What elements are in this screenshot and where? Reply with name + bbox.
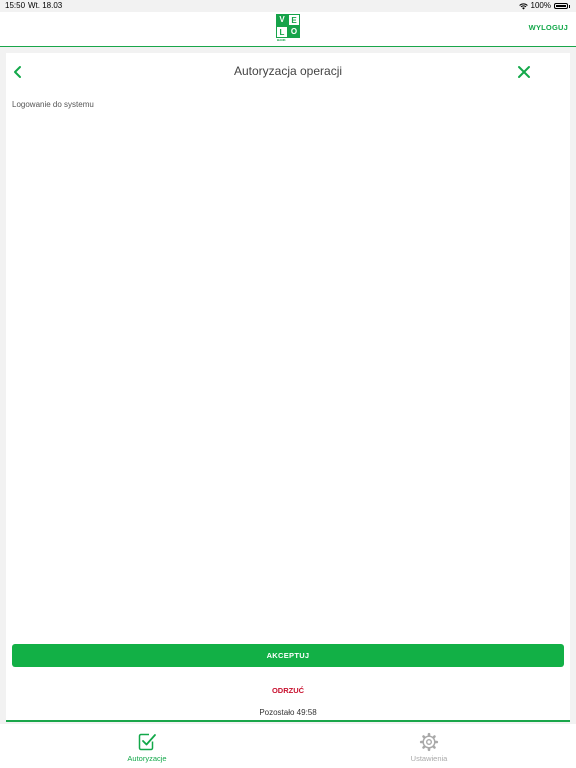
status-date: Wt. 18.03 — [28, 1, 63, 10]
app-header: V E L O BANK WYLOGUJ — [0, 12, 576, 47]
time-remaining: Pozostało 49:58 — [259, 708, 317, 717]
tab-label: Ustawienia — [410, 754, 448, 763]
gear-icon — [419, 732, 439, 752]
logout-button[interactable]: WYLOGUJ — [529, 23, 568, 32]
tab-label: Autoryzacje — [127, 754, 167, 763]
close-icon[interactable] — [516, 64, 532, 80]
status-bar: 15:50 Wt. 18.03 100% — [0, 0, 576, 12]
tab-bar: Autoryzacje Ustawienia — [0, 724, 576, 768]
battery-tip — [569, 4, 570, 8]
battery-icon — [554, 3, 568, 9]
operation-description: Logowanie do systemu — [12, 100, 94, 109]
page-title: Autoryzacja operacji — [233, 64, 343, 78]
check-square-icon — [138, 733, 156, 751]
status-right: 100% — [518, 0, 570, 12]
logo-letter-v: V — [276, 14, 288, 26]
logo-subtitle: BANK — [277, 38, 286, 42]
logo-letter-l: L — [276, 26, 288, 38]
wifi-icon — [518, 3, 528, 9]
battery-percent: 100% — [530, 1, 551, 10]
velo-bank-logo: V E L O BANK — [276, 14, 300, 43]
card-header: Autoryzacja operacji — [6, 53, 570, 91]
accept-button[interactable]: AKCEPTUJ — [12, 644, 564, 667]
status-time: 15:50 — [5, 1, 26, 10]
authorization-card: Autoryzacja operacji Logowanie do system… — [6, 53, 570, 722]
tab-settings[interactable]: Ustawienia — [379, 732, 479, 763]
tab-authorizations[interactable]: Autoryzacje — [97, 732, 197, 763]
reject-button[interactable]: ODRZUĆ — [238, 682, 338, 698]
logo-letter-o: O — [288, 26, 300, 38]
logo-letter-e: E — [288, 14, 300, 26]
